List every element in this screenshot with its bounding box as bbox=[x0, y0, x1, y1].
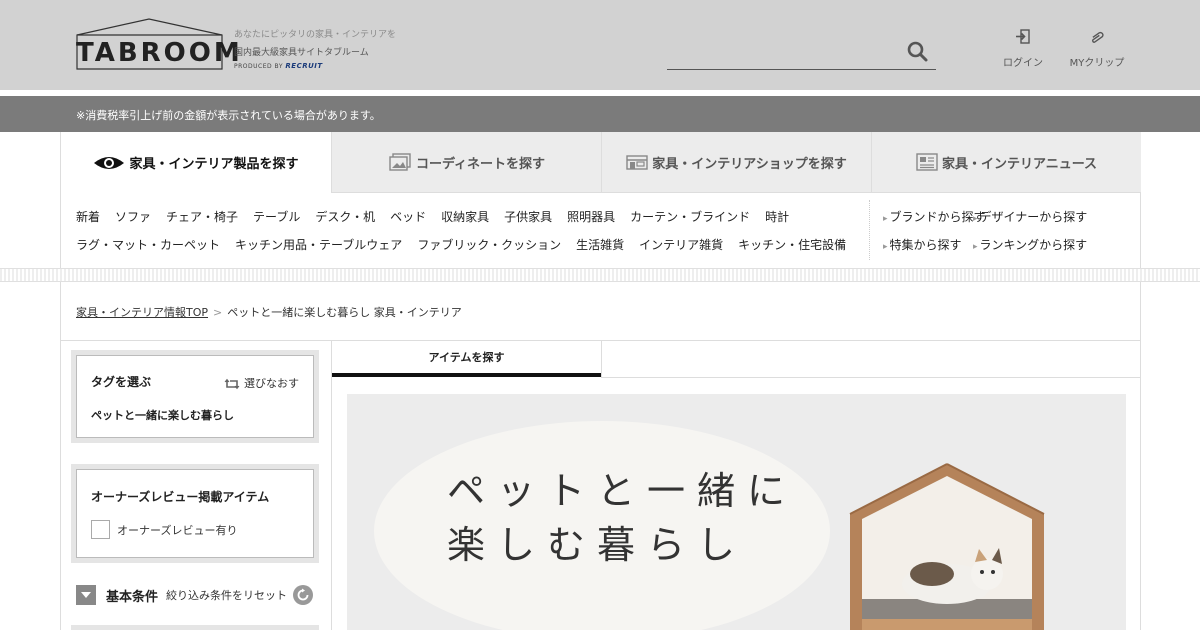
tab-label: 家具・インテリア製品を探す bbox=[129, 157, 299, 172]
photos-icon bbox=[389, 153, 411, 171]
tab-label: 家具・インテリアショップを探す bbox=[652, 156, 847, 172]
login-label: ログイン bbox=[1003, 58, 1043, 69]
filter-sidebar: タグを選ぶ 選びなおす ペットと一緒に楽しむ暮らし オーナーズレビュー掲載アイテ… bbox=[61, 340, 331, 630]
category-link[interactable]: 時計 bbox=[765, 210, 789, 224]
review-filter-title: オーナーズレビュー掲載アイテム bbox=[91, 490, 270, 504]
category-link[interactable]: インテリア雑貨 bbox=[639, 238, 723, 252]
tagline-2: 国内最大級家具サイトタブルーム bbox=[234, 48, 369, 58]
feature-link[interactable]: 特集から探す bbox=[883, 236, 962, 253]
category-row-2: ラグ・マット・カーペット キッチン用品・テーブルウェア ファブリック・クッション 生活… bbox=[76, 236, 861, 253]
tax-notice-text: ※消費税率引上げ前の金額が表示されている場合があります。 bbox=[76, 109, 381, 122]
tag-reset-label: 選びなおす bbox=[244, 377, 299, 390]
myclip-label: MYクリップ bbox=[1069, 58, 1125, 69]
review-checkbox-label: オーナーズレビュー有り bbox=[117, 523, 238, 537]
category-link[interactable]: キッチン・住宅設備 bbox=[738, 238, 846, 252]
tabroom-logo[interactable]: TABROOM bbox=[76, 18, 243, 70]
review-checkbox[interactable] bbox=[91, 520, 110, 539]
category-row-1: 新着 ソファ チェア・椅子 テーブル デスク・机 ベッド 収納家具 子供家具 照明器具 カーテン・… bbox=[76, 208, 804, 225]
review-filter-panel: オーナーズレビュー掲載アイテム オーナーズレビュー有り bbox=[76, 469, 314, 558]
next-filter-box bbox=[71, 625, 319, 630]
search-icon bbox=[907, 41, 928, 62]
section-divider-stripe bbox=[0, 268, 1200, 282]
login-icon bbox=[1016, 29, 1030, 44]
category-link[interactable]: ファブリック・クッション bbox=[417, 238, 561, 252]
category-link[interactable]: 照明器具 bbox=[567, 210, 615, 224]
basic-conditions-title: 基本条件 bbox=[106, 589, 159, 605]
tag-filter-panel: タグを選ぶ 選びなおす ペットと一緒に楽しむ暮らし bbox=[76, 355, 314, 438]
paperclip-icon bbox=[1091, 31, 1104, 43]
brand-link[interactable]: ブランドから探す bbox=[883, 208, 986, 225]
collapse-triangle-icon[interactable] bbox=[76, 585, 96, 605]
tab-find-items[interactable]: アイテムを探す bbox=[332, 340, 601, 377]
tab-find-items-label: アイテムを探す bbox=[428, 350, 505, 364]
nav-divider bbox=[869, 200, 870, 260]
tab-products[interactable]: 家具・インテリア製品を探す bbox=[61, 132, 331, 193]
ranking-link[interactable]: ランキングから探す bbox=[973, 236, 1088, 253]
content-area: 家具・インテリア情報TOP > ペットと一緒に楽しむ暮らし 家具・インテリア タグを… bbox=[60, 282, 1141, 630]
hero-title-line-2: 楽しむ暮らし bbox=[447, 523, 748, 567]
news-icon bbox=[916, 153, 938, 171]
basic-conditions-header[interactable]: 基本条件 絞り込み条件をリセット bbox=[76, 583, 316, 607]
category-link[interactable]: 新着 bbox=[76, 210, 100, 224]
tag-filter-box: タグを選ぶ 選びなおす ペットと一緒に楽しむ暮らし bbox=[71, 350, 319, 443]
reload-icon[interactable] bbox=[293, 585, 314, 605]
tab-coordinate[interactable]: コーディネートを探す bbox=[331, 132, 601, 193]
tab-news[interactable]: 家具・インテリアニュース bbox=[871, 132, 1141, 193]
tax-notice-bar: ※消費税率引上げ前の金額が表示されている場合があります。 bbox=[0, 96, 1200, 132]
review-filter-box: オーナーズレビュー掲載アイテム オーナーズレビュー有り bbox=[71, 464, 319, 563]
category-link[interactable]: ソファ bbox=[115, 210, 151, 224]
recruit-logo: RECRUIT bbox=[285, 62, 323, 70]
category-link[interactable]: テーブル bbox=[253, 210, 300, 224]
category-link[interactable]: 子供家具 bbox=[504, 210, 552, 224]
designer-link[interactable]: デザイナーから探す bbox=[973, 208, 1088, 225]
tagline-1: あなたにピッタリの家具・インテリアを bbox=[234, 30, 397, 40]
category-link[interactable]: チェア・椅子 bbox=[166, 210, 238, 224]
tab-label: コーディネートを探す bbox=[415, 156, 546, 172]
review-checkbox-row[interactable]: オーナーズレビュー有り bbox=[91, 520, 237, 539]
search-button[interactable] bbox=[906, 40, 930, 64]
category-link[interactable]: デスク・机 bbox=[315, 210, 375, 224]
logo-text: TABROOM bbox=[76, 38, 243, 68]
category-link[interactable]: カーテン・ブラインド bbox=[630, 210, 750, 224]
breadcrumb: 家具・インテリア情報TOP > ペットと一緒に楽しむ暮らし 家具・インテリア bbox=[76, 304, 462, 320]
refresh-icon bbox=[224, 378, 240, 390]
breadcrumb-home-link[interactable]: 家具・インテリア情報TOP bbox=[76, 306, 208, 319]
nav-tabs: 家具・インテリア製品を探す コーディネートを探す 家具・インテリアショップを探す bbox=[61, 132, 1141, 193]
site-header: TABROOM あなたにピッタリの家具・インテリアを 国内最大級家具サイトタブル… bbox=[0, 0, 1200, 90]
eye-icon bbox=[94, 156, 125, 169]
breadcrumb-separator: > bbox=[213, 306, 223, 319]
produced-by: PRODUCED BY RECRUIT bbox=[234, 62, 323, 70]
tag-filter-title: タグを選ぶ bbox=[91, 375, 152, 389]
tab-label: 家具・インテリアニュース bbox=[941, 156, 1098, 172]
reset-conditions-link[interactable]: 絞り込み条件をリセット bbox=[166, 587, 287, 603]
sidebar-border bbox=[331, 340, 332, 630]
item-tab-underline bbox=[601, 377, 1141, 378]
category-link[interactable]: ラグ・マット・カーペット bbox=[76, 238, 220, 252]
global-nav: 家具・インテリア製品を探す コーディネートを探す 家具・インテリアショップを探す bbox=[60, 132, 1141, 268]
category-link[interactable]: 収納家具 bbox=[441, 210, 489, 224]
myclip-link[interactable]: MYクリップ bbox=[1057, 28, 1137, 69]
login-link[interactable]: ログイン bbox=[983, 28, 1063, 69]
shop-icon bbox=[626, 155, 648, 170]
hero-title-line-1: ペットと一緒に bbox=[447, 469, 798, 513]
item-tab-divider bbox=[601, 340, 602, 377]
category-link[interactable]: 生活雑貨 bbox=[576, 238, 624, 252]
breadcrumb-current: ペットと一緒に楽しむ暮らし 家具・インテリア bbox=[227, 306, 462, 319]
selected-tag[interactable]: ペットと一緒に楽しむ暮らし bbox=[91, 407, 234, 423]
category-link[interactable]: ベッド bbox=[390, 210, 426, 224]
category-link[interactable]: キッチン用品・テーブルウェア bbox=[235, 238, 402, 252]
hero-title: ペットと一緒に 楽しむ暮らし bbox=[447, 464, 797, 572]
hero-banner[interactable]: ペットと一緒に 楽しむ暮らし bbox=[347, 394, 1126, 630]
search-input[interactable] bbox=[667, 36, 897, 68]
search-box bbox=[667, 36, 936, 70]
tab-shops[interactable]: 家具・インテリアショップを探す bbox=[601, 132, 871, 193]
produced-by-label: PRODUCED BY bbox=[234, 63, 283, 70]
tag-reset-link[interactable]: 選びなおす bbox=[224, 375, 299, 391]
